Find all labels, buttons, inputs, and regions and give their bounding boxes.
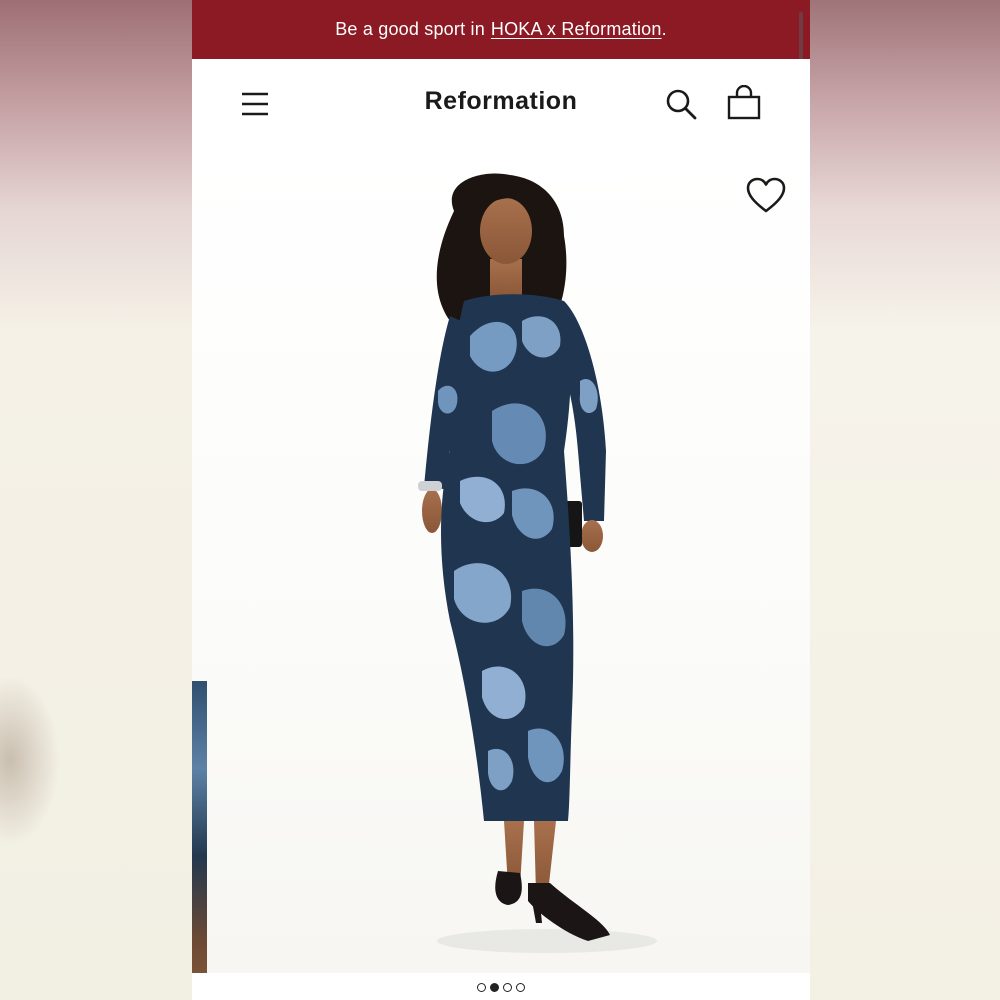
promo-banner: Be a good sport in HOKA x Reformation . bbox=[192, 0, 810, 59]
site-header: Reformation bbox=[192, 59, 810, 151]
brand-logo[interactable]: Reformation bbox=[192, 87, 810, 116]
heart-icon bbox=[746, 177, 786, 213]
carousel-pagination bbox=[192, 983, 810, 992]
carousel-dot-2[interactable] bbox=[490, 983, 499, 992]
phone-screen: Be a good sport in HOKA x Reformation . … bbox=[192, 0, 810, 1000]
carousel-dot-1[interactable] bbox=[477, 983, 486, 992]
promo-suffix: . bbox=[661, 19, 667, 39]
blurred-backdrop-left bbox=[0, 0, 192, 1000]
carousel-dot-3[interactable] bbox=[503, 983, 512, 992]
shopping-bag-button[interactable] bbox=[726, 84, 762, 121]
search-button[interactable] bbox=[664, 87, 698, 121]
shopping-bag-icon bbox=[727, 84, 761, 120]
hamburger-menu-icon bbox=[242, 92, 268, 116]
wishlist-button[interactable] bbox=[745, 176, 787, 216]
blurred-backdrop-right bbox=[810, 0, 1000, 1000]
search-icon bbox=[666, 89, 697, 120]
product-gallery[interactable] bbox=[192, 151, 810, 973]
promo-text: Be a good sport in bbox=[335, 19, 485, 39]
promo-link[interactable]: HOKA x Reformation bbox=[491, 19, 662, 40]
carousel-dot-4[interactable] bbox=[516, 983, 525, 992]
menu-button[interactable] bbox=[240, 89, 270, 119]
product-image[interactable] bbox=[192, 151, 810, 973]
